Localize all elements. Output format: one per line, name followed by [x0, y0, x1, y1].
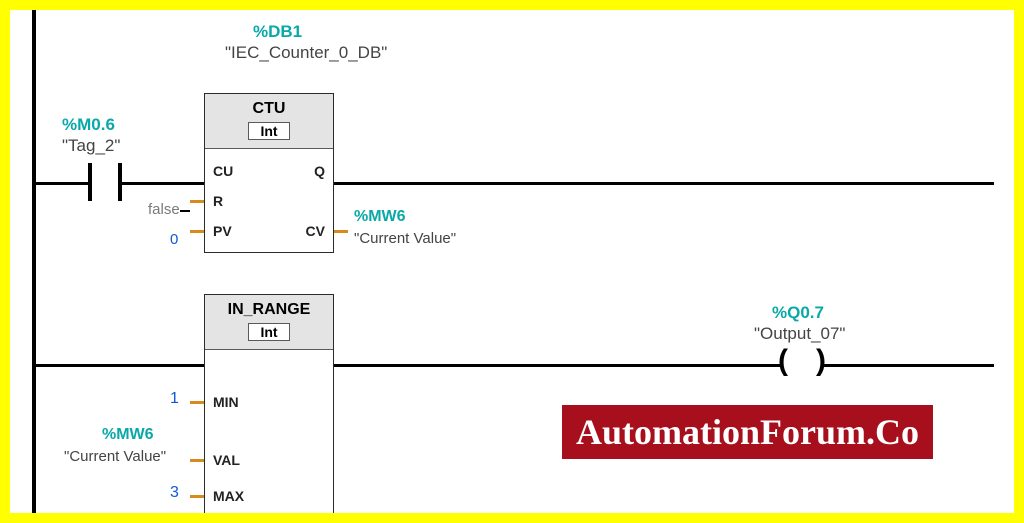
max-value: 3: [170, 484, 179, 502]
contact-name: "Tag_2": [62, 136, 120, 156]
wire: [824, 364, 994, 367]
coil-address: %Q0.7: [772, 303, 824, 323]
wire-tiny: [180, 210, 190, 212]
pv-value: 0: [170, 231, 178, 248]
ctu-title: CTU: [253, 100, 286, 117]
pin-stub: [190, 200, 204, 203]
r-value: false: [148, 201, 180, 218]
pin-max-label: MAX: [213, 488, 244, 504]
coil-open[interactable]: (: [778, 344, 788, 378]
db-name: "IEC_Counter_0_DB": [225, 44, 355, 62]
wire: [34, 182, 88, 185]
wire: [334, 364, 782, 367]
power-rail-left: [32, 10, 36, 513]
pin-r-label: R: [213, 193, 223, 209]
cv-address: %MW6: [354, 208, 406, 226]
wire: [34, 364, 204, 367]
pin-stub: [190, 230, 204, 233]
val-address: %MW6: [102, 426, 154, 444]
min-value: 1: [170, 390, 179, 408]
pin-cu-label: CU: [213, 163, 233, 179]
no-contact[interactable]: [88, 163, 122, 203]
wire: [122, 182, 204, 185]
ctu-block[interactable]: CTU Int CU R PV Q CV: [204, 93, 334, 253]
banner: AutomationForum.Co: [562, 405, 933, 459]
pin-stub: [190, 495, 204, 498]
pin-cv-label: CV: [306, 223, 325, 239]
in-range-type: Int: [248, 323, 290, 341]
ladder-canvas: %M0.6 "Tag_2" %DB1 "IEC_Counter_0_DB" CT…: [0, 0, 1024, 523]
in-range-title: IN_RANGE: [228, 301, 311, 318]
coil-close[interactable]: ): [816, 344, 826, 378]
pin-stub: [190, 401, 204, 404]
contact-address: %M0.6: [62, 115, 115, 135]
in-range-block[interactable]: IN_RANGE Int MIN VAL MAX: [204, 294, 334, 514]
coil-name: "Output_07": [754, 324, 845, 344]
ctu-type: Int: [248, 122, 290, 140]
pin-stub: [190, 459, 204, 462]
db-address: %DB1: [253, 22, 302, 42]
wire: [334, 182, 994, 185]
ctu-block-header: CTU Int: [205, 94, 333, 149]
wire: [768, 364, 782, 367]
pin-min-label: MIN: [213, 394, 239, 410]
cv-name: "Current Value": [354, 230, 456, 247]
pin-q-label: Q: [314, 163, 325, 179]
in-range-header: IN_RANGE Int: [205, 295, 333, 350]
pin-stub: [334, 230, 348, 233]
val-name: "Current Value": [64, 448, 166, 465]
pin-pv-label: PV: [213, 223, 232, 239]
pin-val-label: VAL: [213, 452, 240, 468]
